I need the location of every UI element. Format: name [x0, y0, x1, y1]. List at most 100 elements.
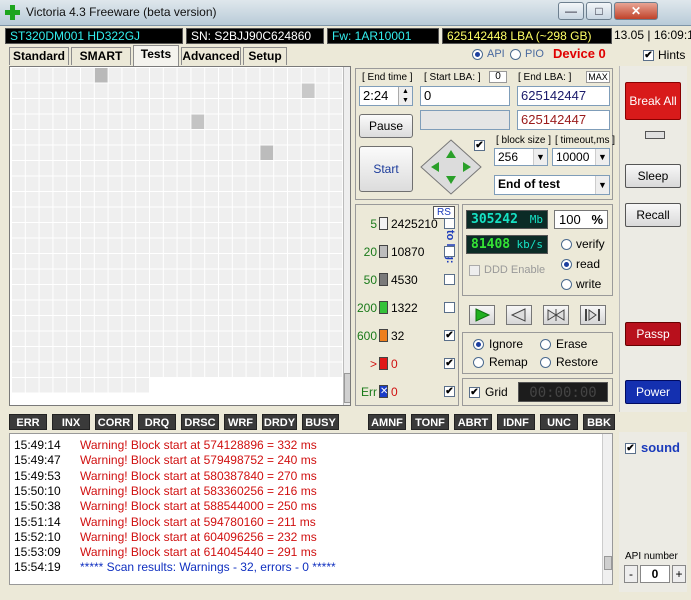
scan-block	[67, 192, 80, 207]
scan-block	[67, 207, 80, 222]
start-lba-input[interactable]: 0	[420, 86, 510, 106]
tab-tests[interactable]: Tests	[133, 45, 179, 66]
scan-block	[25, 223, 39, 238]
maximize-button[interactable]: □	[586, 2, 612, 20]
scan-block	[177, 145, 191, 160]
scan-block	[39, 114, 53, 129]
pause-button[interactable]: Pause	[359, 114, 413, 138]
scan-block	[12, 300, 25, 315]
passp-button[interactable]: Passp	[625, 322, 681, 346]
verify-radio[interactable]	[561, 239, 572, 250]
scan-block	[219, 238, 232, 253]
pio-radio[interactable]	[510, 49, 521, 60]
api-number-value[interactable]: 0	[640, 565, 670, 583]
log-latency-checkbox[interactable]: ✔	[444, 330, 455, 341]
scan-block	[329, 254, 343, 269]
direction-checkbox[interactable]: ✔	[474, 140, 485, 151]
grid-scrollbar[interactable]	[343, 67, 350, 405]
api-label: API	[487, 48, 505, 60]
start-lba-counter[interactable]: 0	[489, 71, 507, 83]
break-all-button[interactable]: Break All	[625, 82, 681, 120]
log-time: 15:51:14	[14, 514, 61, 529]
scan-block	[108, 145, 122, 160]
scan-block	[150, 192, 163, 207]
remap-label: Remap	[489, 355, 528, 369]
scan-block	[25, 331, 39, 346]
api-number-decrement[interactable]: -	[624, 565, 638, 583]
scan-block	[260, 316, 274, 331]
scan-block	[315, 207, 329, 222]
log-scrollbar[interactable]	[602, 434, 612, 584]
tab-standard[interactable]: Standard	[9, 47, 69, 65]
scan-block	[122, 316, 136, 331]
remap-radio[interactable]	[473, 357, 484, 368]
scan-block	[191, 316, 205, 331]
log-scroll-thumb[interactable]	[604, 556, 612, 570]
skip-block-button[interactable]	[543, 305, 569, 325]
scan-block	[94, 68, 108, 83]
scan-block	[219, 254, 232, 269]
tab-setup[interactable]: Setup	[243, 47, 287, 65]
scan-block	[232, 254, 246, 269]
restore-radio[interactable]	[540, 357, 551, 368]
scan-block	[136, 347, 149, 362]
api-number-increment[interactable]: +	[672, 565, 686, 583]
ignore-radio[interactable]	[473, 339, 484, 350]
hints-checkbox[interactable]: ✔	[643, 50, 654, 61]
scan-block	[219, 145, 232, 160]
scan-block	[108, 68, 122, 83]
status-flag-inx: INX	[52, 414, 90, 430]
grid-scroll-thumb[interactable]	[344, 373, 350, 403]
grid-checkbox[interactable]: ✔	[469, 387, 480, 398]
ddd-enable-checkbox[interactable]	[469, 265, 480, 276]
end-lba-input[interactable]: 625142447	[517, 86, 610, 106]
scan-block	[315, 83, 329, 98]
log-time: 15:49:53	[14, 468, 61, 483]
scan-block	[122, 347, 136, 362]
api-radio[interactable]	[472, 49, 483, 60]
end-time-spinner[interactable]: ▲ ▼	[398, 87, 412, 105]
scan-block	[301, 362, 315, 377]
log-latency-checkbox[interactable]	[444, 246, 455, 257]
start-button[interactable]: Start	[359, 146, 413, 192]
log-latency-checkbox[interactable]	[444, 274, 455, 285]
read-radio[interactable]	[561, 259, 572, 270]
tab-advanced[interactable]: Advanced	[181, 47, 241, 65]
play-backward-button[interactable]	[506, 305, 532, 325]
sleep-button[interactable]: Sleep	[625, 164, 681, 188]
scan-block	[163, 145, 177, 160]
erase-radio[interactable]	[540, 339, 551, 350]
tab-smart[interactable]: SMART	[71, 47, 131, 65]
log-latency-checkbox[interactable]	[444, 218, 455, 229]
scan-block	[136, 331, 149, 346]
log-latency-checkbox[interactable]	[444, 302, 455, 313]
write-radio[interactable]	[561, 279, 572, 290]
log-latency-checkbox[interactable]: ✔	[444, 386, 455, 397]
go-end-button[interactable]	[580, 305, 606, 325]
end-lba-max-button[interactable]: MAX	[586, 71, 610, 83]
scan-block	[191, 130, 205, 145]
scan-block	[67, 114, 80, 129]
sound-checkbox[interactable]: ✔	[625, 443, 636, 454]
scan-block	[205, 269, 218, 284]
play-forward-button[interactable]	[469, 305, 495, 325]
status-flag-abrt: ABRT	[454, 414, 492, 430]
scan-block	[219, 223, 232, 238]
scan-block	[53, 192, 67, 207]
scan-block	[12, 99, 25, 114]
scan-block	[67, 269, 80, 284]
end-action-select[interactable]: End of test ▼	[494, 175, 610, 195]
scan-block	[108, 130, 122, 145]
log-entry: 15:54:19 ***** Scan results: Warnings - 3…	[14, 560, 336, 574]
scan-block	[122, 145, 136, 160]
recall-button[interactable]: Recall	[625, 203, 681, 227]
close-button[interactable]: ✕	[614, 2, 658, 20]
chevron-down-icon: ▼	[595, 176, 609, 194]
block-size-select[interactable]: 256 ▼	[494, 148, 548, 166]
timeout-select[interactable]: 10000 ▼	[552, 148, 610, 166]
log-latency-checkbox[interactable]: ✔	[444, 358, 455, 369]
scan-block	[246, 347, 260, 362]
minimize-button[interactable]: —	[558, 2, 584, 20]
power-button[interactable]: Power	[625, 380, 681, 404]
scan-block	[274, 347, 287, 362]
